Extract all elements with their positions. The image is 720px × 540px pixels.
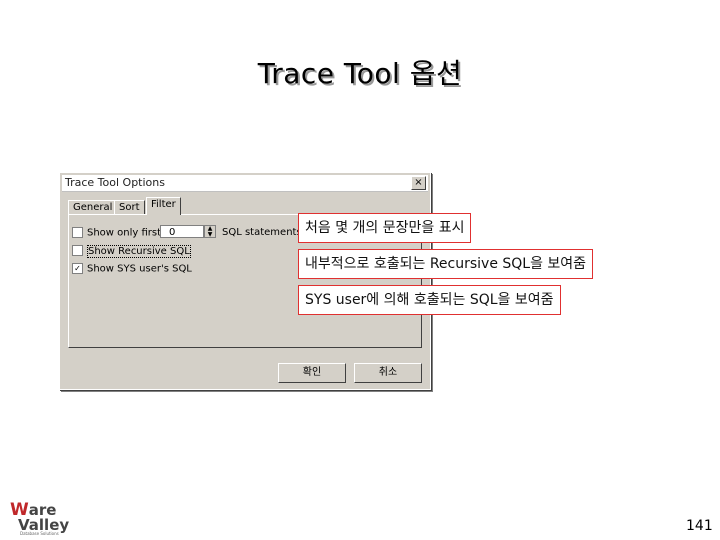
sql-statements-label: SQL statements [222, 227, 302, 238]
show-recursive-sql-label: Show Recursive SQL [87, 244, 191, 258]
page-number: 141 [686, 518, 713, 534]
show-sys-users-sql-checkbox[interactable]: ✓ [72, 263, 83, 274]
tab-filter[interactable]: Filter [146, 197, 181, 215]
tab-general[interactable]: General [68, 200, 118, 215]
ok-button[interactable]: 확인 [278, 363, 346, 383]
tab-sort[interactable]: Sort [114, 200, 145, 215]
slide-title: Trace Tool 옵션 [257, 57, 463, 90]
show-only-first-checkbox[interactable] [72, 227, 83, 238]
first-count-input[interactable]: 0 [160, 225, 204, 238]
cancel-button[interactable]: 취소 [354, 363, 422, 383]
callout-show-first: 처음 몇 개의 문장만을 표시 [298, 213, 472, 243]
dialog-title: Trace Tool Options [65, 176, 165, 189]
warevalley-logo: Ware Valley Database Solutions [8, 500, 70, 536]
close-button[interactable]: × [411, 176, 426, 190]
trace-tool-options-dialog: Trace Tool Options × General Sort Filter… [59, 172, 431, 390]
show-only-first-label: Show only first [87, 227, 162, 239]
show-sys-users-sql-option[interactable]: ✓ Show SYS user's SQL [72, 263, 192, 275]
show-sys-users-sql-label: Show SYS user's SQL [87, 263, 192, 275]
count-spinner[interactable]: ▲ ▼ [204, 225, 216, 238]
callout-recursive-sql: 내부적으로 호출되는 Recursive SQL을 보여줌 [298, 249, 594, 279]
dialog-titlebar[interactable]: Trace Tool Options × [62, 175, 428, 192]
show-recursive-sql-checkbox[interactable] [72, 245, 83, 256]
logo-tagline: Database Solutions [20, 531, 59, 536]
show-only-first-option[interactable]: Show only first [72, 227, 161, 239]
callout-sys-user-sql: SYS user에 의해 호출되는 SQL을 보여줌 [298, 285, 561, 315]
show-recursive-sql-option[interactable]: Show Recursive SQL [72, 244, 191, 258]
